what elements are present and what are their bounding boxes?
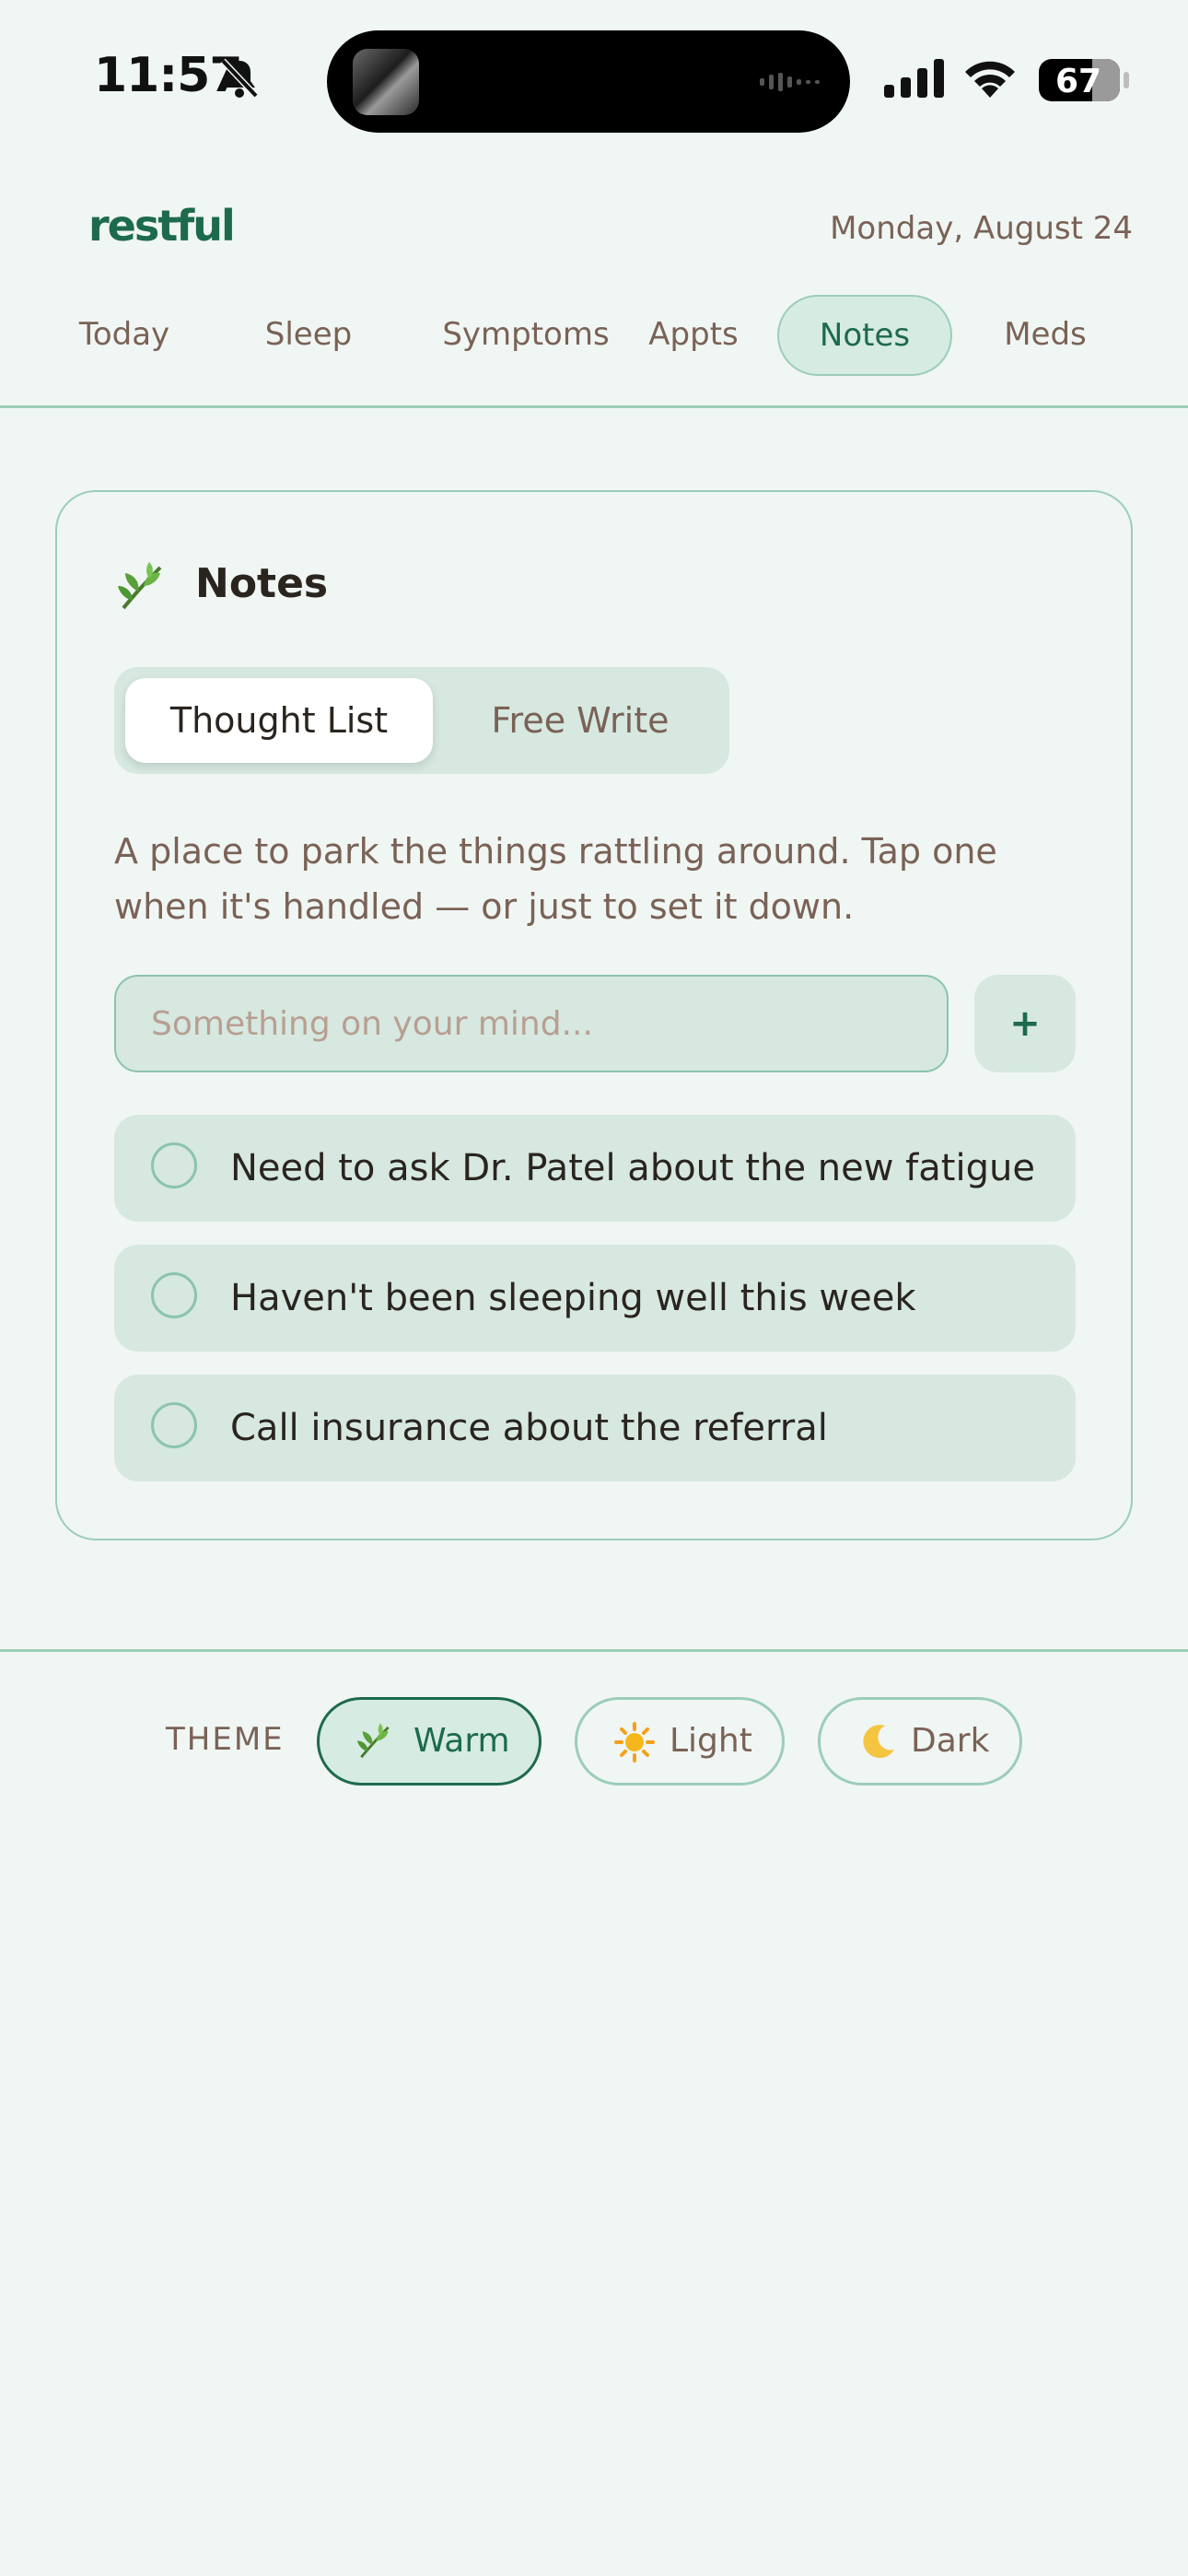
tab-symptoms[interactable]: Symptoms xyxy=(424,295,628,374)
card-title: Notes xyxy=(195,560,329,607)
sun-icon xyxy=(614,1722,655,1762)
leaf-icon xyxy=(118,562,162,610)
battery-nub xyxy=(1124,72,1129,88)
audio-wave-icon xyxy=(760,73,820,91)
tab-notes[interactable]: Notes xyxy=(777,295,952,376)
now-playing-artwork xyxy=(353,49,419,115)
thought-text: Haven't been sleeping well this week xyxy=(230,1277,916,1319)
leaf-icon xyxy=(356,1723,390,1759)
dynamic-island xyxy=(327,30,850,133)
thought-list-toggle[interactable]: Thought List xyxy=(125,678,433,763)
status-bar: 11:57 67 xyxy=(0,0,1188,166)
free-write-toggle[interactable]: Free Write xyxy=(442,678,718,763)
battery-indicator: 67 xyxy=(1039,59,1120,101)
tab-today[interactable]: Today xyxy=(55,295,193,374)
theme-light-label: Light xyxy=(670,1722,752,1760)
theme-dark-button[interactable]: Dark xyxy=(818,1697,1022,1786)
notes-description: A place to park the things rattling arou… xyxy=(114,831,997,927)
thought-text: Call insurance about the referral xyxy=(230,1407,828,1449)
tab-bar: Today Sleep Symptoms Appts Notes Meds xyxy=(55,295,1133,378)
tab-sleep[interactable]: Sleep xyxy=(239,295,378,374)
theme-warm-button[interactable]: Warm xyxy=(317,1697,542,1786)
thought-input[interactable] xyxy=(116,977,947,1071)
theme-light-button[interactable]: Light xyxy=(575,1697,785,1786)
thought-checkbox[interactable] xyxy=(151,1272,197,1318)
moon-icon xyxy=(863,1725,894,1759)
thought-item[interactable]: Haven't been sleeping well this week xyxy=(114,1245,1076,1352)
current-date: Monday, August 24 xyxy=(830,210,1133,247)
thought-checkbox[interactable] xyxy=(151,1402,197,1448)
cellular-signal-icon xyxy=(884,59,944,98)
tab-meds[interactable]: Meds xyxy=(976,295,1114,374)
notes-card: Notes Thought List Free Write A place to… xyxy=(55,490,1133,1540)
theme-label: THEME xyxy=(166,1721,285,1758)
add-thought-button[interactable]: + xyxy=(974,975,1076,1072)
thought-item[interactable]: Call insurance about the referral xyxy=(114,1375,1076,1481)
theme-warm-label: Warm xyxy=(413,1722,510,1760)
battery-level: 67 xyxy=(1055,63,1102,100)
theme-dark-label: Dark xyxy=(911,1722,990,1760)
app-logo: restful xyxy=(88,201,236,251)
view-toggle: Thought List Free Write xyxy=(114,667,729,774)
thought-item[interactable]: Need to ask Dr. Patel about the new fati… xyxy=(114,1115,1076,1222)
wifi-icon xyxy=(965,61,1015,98)
tab-appts[interactable]: Appts xyxy=(628,295,759,374)
thought-text: Need to ask Dr. Patel about the new fati… xyxy=(230,1147,1035,1189)
footer-divider xyxy=(0,1649,1188,1652)
thought-input-wrapper xyxy=(114,975,949,1072)
bell-muted-icon xyxy=(220,58,259,99)
thought-checkbox[interactable] xyxy=(151,1142,197,1188)
nav-divider xyxy=(0,405,1188,408)
